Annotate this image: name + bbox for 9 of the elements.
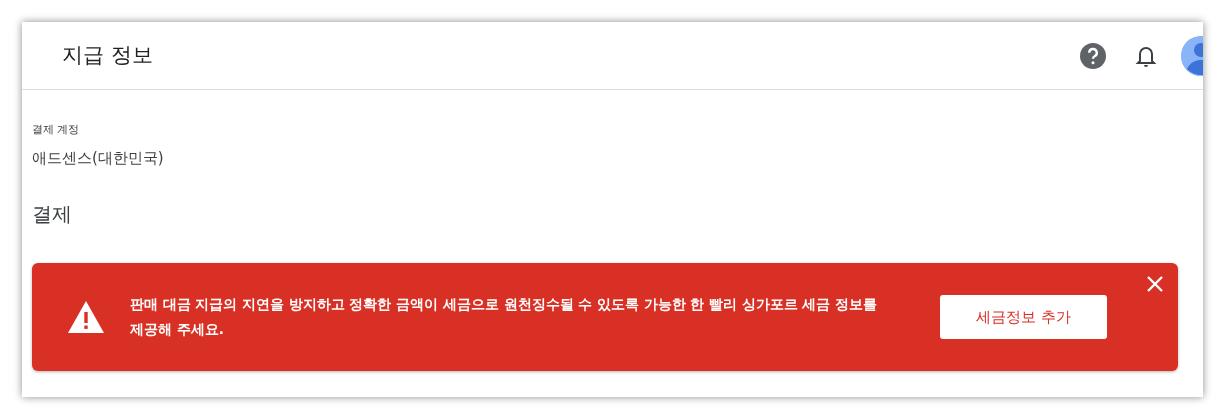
add-tax-info-button[interactable]: 세금정보 추가 — [940, 295, 1107, 339]
close-button[interactable] — [1146, 275, 1164, 293]
warning-icon — [67, 300, 105, 334]
field-label: 결제 계정 — [32, 122, 81, 138]
field-value: 애드센스(대한민국) — [32, 147, 165, 169]
help-icon[interactable] — [1080, 42, 1106, 69]
section-title: 결제 — [32, 201, 73, 228]
page-title: 지급 정보 — [62, 41, 154, 69]
alert-message: 판매 대금 지급의 지연을 방지하고 정확한 금액이 세금으로 원천징수될 수 있도록 가능한 한 빨리 싱가포르 세금 정보를 제공해 주세요. — [130, 295, 879, 339]
